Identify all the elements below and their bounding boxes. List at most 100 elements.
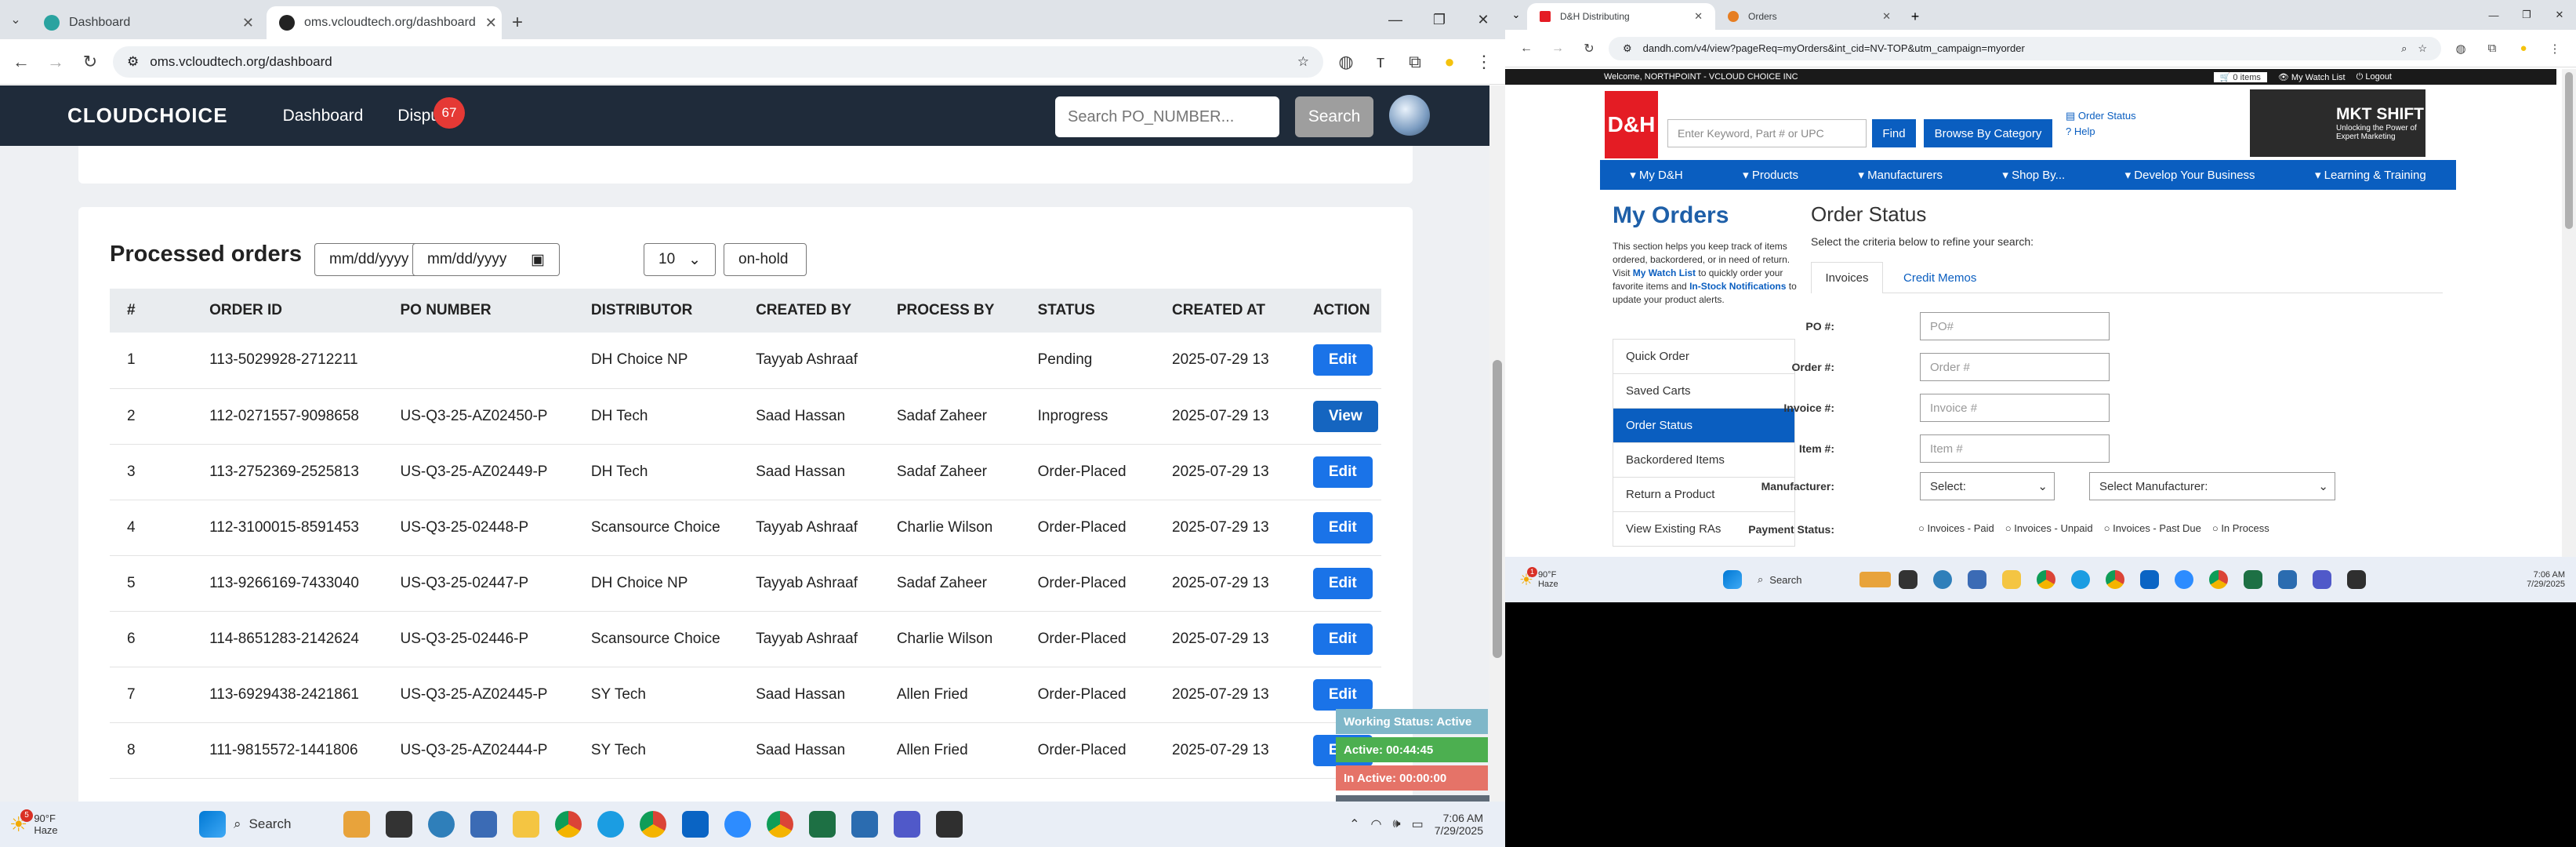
maximize-icon[interactable]: ❐: [1417, 0, 1461, 39]
extensions-puzzle-icon[interactable]: ⧉: [2480, 42, 2504, 55]
minimize-icon[interactable]: —: [1373, 0, 1417, 39]
back-icon[interactable]: ←: [1515, 42, 1538, 56]
snipping-icon[interactable]: [2278, 570, 2297, 589]
right-page-scrollbar[interactable]: [2562, 69, 2576, 557]
profile-icon[interactable]: ●: [2512, 42, 2535, 55]
order-status-link[interactable]: ▤ Order Status: [2066, 110, 2136, 122]
view-button[interactable]: View: [1312, 400, 1378, 432]
network-icon[interactable]: ◠: [1371, 816, 1382, 832]
dh-nav-item[interactable]: ▾ Learning & Training: [2315, 168, 2426, 182]
payment-status-radio[interactable]: ○ Invoices - Past Due: [2104, 522, 2201, 534]
weather-widget[interactable]: ☀ 1 90°F Haze: [1519, 566, 1613, 590]
chrome-icon[interactable]: [555, 811, 582, 838]
dh-search-input[interactable]: Enter Keyword, Part # or UPC: [1667, 119, 1867, 147]
payment-status-radio[interactable]: ○ Invoices - Paid: [1918, 522, 1994, 534]
edit-button[interactable]: Edit: [1312, 567, 1373, 599]
extensions-puzzle-icon[interactable]: ⧉: [1403, 52, 1427, 72]
tab-dh-distributing[interactable]: D&H Distributing ✕: [1527, 3, 1715, 30]
battery-icon[interactable]: ▭: [1412, 816, 1424, 832]
po-search-input[interactable]: [1055, 96, 1279, 137]
site-info-icon[interactable]: ⚙: [127, 54, 139, 70]
url-field[interactable]: ⚙ dandh.com/v4/view?pageReq=myOrders&int…: [1609, 36, 2441, 60]
widgets-icon[interactable]: [343, 811, 370, 838]
forward-icon[interactable]: →: [44, 52, 67, 72]
edit-button[interactable]: Edit: [1312, 678, 1373, 711]
volume-icon[interactable]: 🕪: [1392, 817, 1400, 831]
calendar-icon[interactable]: ▣: [531, 251, 545, 269]
manufacturer-type-select[interactable]: Select: ⌄: [1920, 472, 2055, 500]
clock[interactable]: 7:06 AM 7/29/2025: [1435, 812, 1483, 837]
cart-link[interactable]: 🛒 0 items: [2213, 71, 2267, 82]
outlook-icon[interactable]: [682, 811, 709, 838]
watch-list-link[interactable]: 👁 My Watch List: [2278, 72, 2346, 82]
zoom-icon[interactable]: [724, 811, 751, 838]
close-tab-icon[interactable]: ✕: [1694, 10, 1703, 23]
tab-orders[interactable]: Orders ✕: [1715, 3, 1903, 30]
excel-icon[interactable]: [809, 811, 836, 838]
close-window-icon[interactable]: ✕: [2543, 0, 2576, 30]
extension-icon-2[interactable]: ᴛ: [1369, 52, 1392, 72]
dh-nav-item[interactable]: ▾ Develop Your Business: [2125, 168, 2255, 182]
tab-invoices[interactable]: Invoices: [1811, 262, 1883, 293]
start-icon[interactable]: [199, 811, 226, 838]
status-filter-input[interactable]: on-hold: [724, 243, 807, 276]
site-info-icon[interactable]: ⚙: [1623, 42, 1632, 55]
taskbar-search[interactable]: ⌕ Search: [234, 809, 336, 839]
back-icon[interactable]: ←: [9, 52, 33, 72]
url-field[interactable]: ⚙ oms.vcloudtech.org/dashboard ☆: [113, 45, 1323, 78]
zoom-icon[interactable]: [2175, 570, 2193, 589]
calculator-icon[interactable]: [470, 811, 497, 838]
manufacturer-select[interactable]: Select Manufacturer: ⌄: [2089, 472, 2335, 500]
scrollbar-thumb[interactable]: [2565, 72, 2573, 229]
extension-icon[interactable]: ◍: [1334, 52, 1358, 72]
outlook-icon[interactable]: [2140, 570, 2159, 589]
form-field-input[interactable]: PO#: [1920, 312, 2110, 340]
edit-button[interactable]: Edit: [1312, 456, 1373, 488]
menu-icon[interactable]: ⋮: [1472, 52, 1496, 72]
forward-icon[interactable]: →: [1546, 42, 1569, 56]
dh-nav-item[interactable]: ▾ Manufacturers: [1858, 168, 1943, 182]
tab-list-icon[interactable]: ⌄: [1505, 0, 1527, 30]
teams-icon[interactable]: [1933, 570, 1952, 589]
payment-status-radio[interactable]: ○ In Process: [2212, 522, 2269, 534]
chrome-icon-2[interactable]: [767, 811, 793, 838]
close-tab-icon[interactable]: ✕: [485, 15, 497, 31]
form-field-input[interactable]: Item #: [1920, 434, 2110, 463]
page-size-select[interactable]: 10 ⌄: [644, 243, 716, 276]
close-tab-icon[interactable]: ✕: [242, 15, 254, 31]
search-button[interactable]: Search: [1295, 96, 1373, 137]
form-field-input[interactable]: Invoice #: [1920, 394, 2110, 422]
folder-icon[interactable]: [2002, 570, 2021, 589]
tab-oms-dashboard[interactable]: oms.vcloudtech.org/dashboard ✕: [267, 6, 502, 39]
form-field-input[interactable]: Order #: [1920, 353, 2110, 381]
bookmark-star-icon[interactable]: ☆: [2418, 42, 2427, 55]
profile-icon[interactable]: ●: [1438, 52, 1461, 72]
instock-notifications-link[interactable]: In-Stock Notifications: [1689, 281, 1786, 292]
chrome-profile-icon[interactable]: [2106, 570, 2124, 589]
help-link[interactable]: ? Help: [2066, 125, 2095, 137]
tab-credit-memos[interactable]: Credit Memos: [1896, 262, 1984, 293]
zoom-icon[interactable]: ⌕: [2401, 42, 2407, 55]
logout-link[interactable]: ⏻ Logout: [2356, 72, 2392, 82]
new-tab-icon[interactable]: +: [502, 6, 533, 39]
tab-list-icon[interactable]: ⌄: [0, 0, 31, 39]
edge-icon[interactable]: [2071, 570, 2090, 589]
app-icon[interactable]: [936, 811, 963, 838]
nav-dashboard[interactable]: Dashboard: [283, 107, 364, 125]
snipping-icon[interactable]: [851, 811, 878, 838]
reload-icon[interactable]: ↻: [78, 52, 102, 72]
app-icon[interactable]: [2347, 570, 2366, 589]
taskbar-search[interactable]: ⌕ Search: [1758, 568, 1891, 591]
close-window-icon[interactable]: ✕: [1461, 0, 1505, 39]
excel-icon[interactable]: [2244, 570, 2262, 589]
payment-status-radio[interactable]: ○ Invoices - Unpaid: [2005, 522, 2093, 534]
extension-icon[interactable]: ◍: [2449, 42, 2473, 56]
reload-icon[interactable]: ↻: [1577, 41, 1601, 56]
edit-button[interactable]: Edit: [1312, 511, 1373, 543]
calculator-icon[interactable]: [1968, 570, 1986, 589]
edge-icon[interactable]: [597, 811, 624, 838]
teams-icon[interactable]: [428, 811, 455, 838]
clock[interactable]: 7:06 AM 7/29/2025: [2527, 570, 2565, 589]
scrollbar-thumb[interactable]: [1493, 360, 1502, 658]
find-button[interactable]: Find: [1872, 119, 1916, 147]
